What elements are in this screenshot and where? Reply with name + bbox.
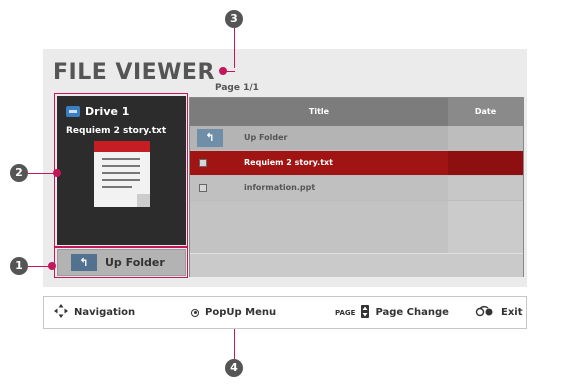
page-key-label: PAGE [335,308,356,317]
callout-region-preview [54,93,188,248]
nav-hint-navigation[interactable]: Navigation [54,297,135,328]
callout-line [223,71,235,72]
file-list-header: Title Date [190,98,523,126]
navigation-arrows-icon [54,304,68,321]
nav-hint-page-change[interactable]: PAGE Page Change [335,297,449,328]
callout-badge: 2 [10,164,28,182]
nav-hint-label: Exit [501,307,523,318]
list-item-label: information.ppt [244,183,316,192]
list-item-up-folder[interactable]: ↰ Up Folder [190,126,523,150]
callout-line [234,28,235,68]
callout-region-up-folder [54,246,188,278]
callout-badge: 4 [225,359,243,377]
exit-icon [475,305,495,320]
up-folder-icon: ↰ [197,129,223,147]
list-item-selected-file[interactable]: Requiem 2 story.txt [190,151,523,175]
callout-badge: 1 [10,257,28,275]
nav-hint-label: Page Change [375,307,449,318]
list-item-file[interactable]: information.ppt [190,176,523,200]
column-header-title[interactable]: Title [190,98,448,126]
file-checkbox[interactable] [199,184,207,192]
list-item-label: Requiem 2 story.txt [244,158,334,167]
page-up-down-icon [361,304,370,321]
nav-hint-label: PopUp Menu [205,307,277,318]
date-cell [448,151,523,175]
page-indicator: Page 1/1 [215,83,259,93]
file-checkbox[interactable] [199,159,207,167]
file-list-footer [190,253,523,277]
callout-badge: 3 [225,10,243,28]
ok-button-icon [191,308,199,317]
list-item-label: Up Folder [244,133,288,142]
date-cell [448,126,523,150]
page-title: FILE VIEWER [53,60,215,85]
remote-key-guide-bar: Navigation PopUp Menu PAGE Page Change E… [43,296,527,329]
date-cell [448,176,523,200]
nav-hint-popup-menu[interactable]: PopUp Menu [191,297,276,328]
nav-hint-exit[interactable]: Exit [475,297,523,328]
nav-hint-label: Navigation [74,307,136,318]
file-list: Title Date ↰ Up Folder Requiem 2 story.t… [189,97,524,277]
column-header-date[interactable]: Date [448,98,523,126]
callout-line [234,329,235,359]
